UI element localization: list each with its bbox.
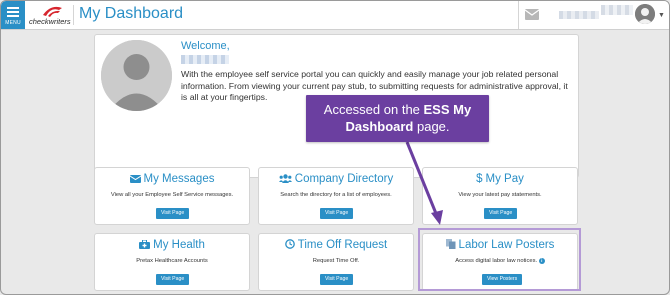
card-title[interactable]: $ My Pay [423, 173, 577, 185]
chevron-down-icon[interactable]: ▼ [658, 12, 665, 19]
clock-icon [284, 239, 295, 249]
dollar-icon: $ [476, 173, 483, 185]
user-name-redacted [181, 55, 229, 64]
card-title[interactable]: My Health [95, 239, 249, 251]
card-time-off-request: Time Off Request Request Time Off. Visit… [258, 233, 414, 291]
card-title-text: Time Off Request [297, 239, 388, 251]
card-description: Pretax Healthcare Accounts [136, 258, 208, 264]
card-my-messages: My Messages View all your Employee Self … [94, 167, 250, 225]
card-title[interactable]: My Messages [95, 173, 249, 185]
user-silhouette-icon [101, 40, 172, 111]
page-title: My Dashboard [79, 5, 184, 22]
card-title-text: My Pay [485, 173, 524, 185]
menu-button[interactable]: MENU [1, 1, 25, 29]
envelope-icon [129, 175, 141, 183]
visit-page-button[interactable]: Visit Page [484, 208, 518, 219]
welcome-title: Welcome, [181, 40, 230, 52]
card-my-health: My Health Pretax Healthcare Accounts Vis… [94, 233, 250, 291]
highlight-box [418, 228, 581, 291]
user-avatar[interactable] [635, 4, 655, 24]
messages-button[interactable] [518, 1, 545, 29]
card-title-text: My Messages [143, 173, 215, 185]
card-my-pay: $ My Pay View your latest pay statements.… [422, 167, 578, 225]
user-silhouette-icon [635, 4, 655, 24]
card-title[interactable]: Company Directory [259, 173, 413, 185]
app-window: MENU checkwriters My Dashboard ▼ Welcome… [0, 0, 670, 295]
users-icon [278, 174, 292, 183]
card-description: Request Time Off. [312, 258, 360, 264]
visit-page-button[interactable]: Visit Page [320, 274, 354, 285]
callout-bold-text: ESS My [423, 102, 472, 117]
visit-page-button[interactable]: Visit Page [320, 208, 354, 219]
card-description: Search the directory for a list of emplo… [280, 192, 392, 198]
callout-text: Accessed on the [323, 102, 424, 117]
card-title-text: Company Directory [294, 173, 394, 185]
card-description: View your latest pay statements. [458, 192, 542, 198]
user-name-redacted [559, 11, 599, 19]
logo-mark-icon [43, 6, 62, 17]
callout-line-2: Dashboard page. [306, 118, 489, 136]
mail-icon [525, 9, 539, 20]
medkit-icon [139, 239, 151, 249]
card-title-text: My Health [153, 239, 205, 251]
top-bar: MENU checkwriters My Dashboard ▼ [1, 1, 669, 30]
profile-avatar [101, 40, 172, 111]
logo-text: checkwriters [29, 17, 71, 26]
checkwriters-logo[interactable]: checkwriters [29, 6, 71, 26]
card-company-directory: Company Directory Search the directory f… [258, 167, 414, 225]
callout-bold-text: Dashboard [345, 119, 414, 134]
header-divider [73, 5, 74, 25]
menu-label: MENU [5, 20, 21, 26]
callout-line-1: Accessed on the ESS My [306, 101, 489, 119]
user-info-redacted [601, 5, 633, 15]
card-title[interactable]: Time Off Request [259, 239, 413, 251]
card-description: View all your Employee Self Service mess… [110, 192, 234, 198]
hamburger-icon [7, 7, 19, 19]
annotation-callout: Accessed on the ESS My Dashboard page. [306, 95, 489, 142]
callout-text: page. [413, 119, 450, 134]
visit-page-button[interactable]: Visit Page [156, 208, 190, 219]
visit-page-button[interactable]: Visit Page [156, 274, 190, 285]
